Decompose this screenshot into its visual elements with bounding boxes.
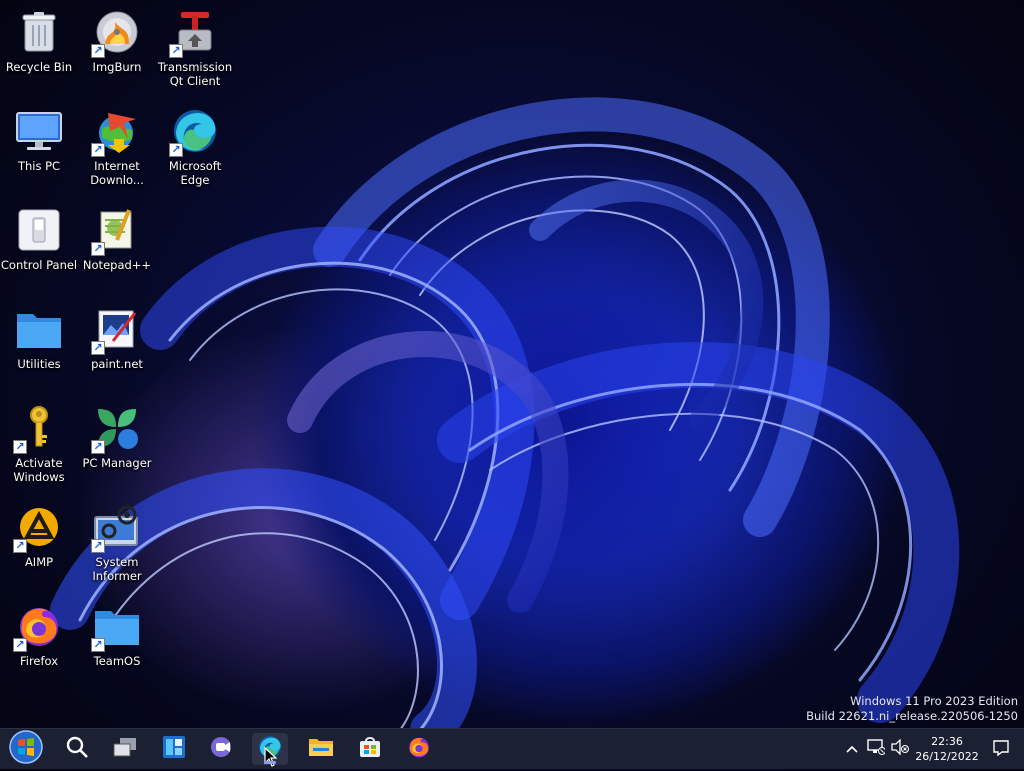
desktop-icon-label: Transmission Qt Client <box>157 60 233 88</box>
shortcut-arrow-icon: ↗ <box>13 440 27 454</box>
desktop-icon-system-informer[interactable]: ↗ System Informer <box>79 495 155 587</box>
desktop-icon-notepad-plus-plus[interactable]: ↗ Notepad++ <box>79 198 155 290</box>
desktop-icon-microsoft-edge[interactable]: ↗ Microsoft Edge <box>157 99 233 191</box>
shortcut-arrow-icon: ↗ <box>91 242 105 256</box>
task-view-button[interactable] <box>107 733 143 765</box>
aimp-icon: ↗ <box>13 503 63 553</box>
taskbar-firefox-button[interactable] <box>401 733 437 765</box>
desktop-icon-internet-download-manager[interactable]: ↗ Internet Downlo... <box>79 99 155 191</box>
key-icon: ↗ <box>13 404 63 454</box>
file-explorer-button[interactable] <box>303 733 339 765</box>
notepad-plus-plus-icon: ↗ <box>91 206 141 256</box>
search-button[interactable] <box>59 733 95 765</box>
edge-icon: ↗ <box>169 107 219 157</box>
notification-icon <box>992 740 1010 761</box>
start-button[interactable] <box>8 730 44 768</box>
volume-button[interactable] <box>890 738 910 759</box>
pc-manager-icon: ↗ <box>91 404 141 454</box>
desktop-icon-imgburn[interactable]: ↗ ImgBurn <box>79 0 155 92</box>
clock-date: 26/12/2022 <box>915 750 979 763</box>
paint-net-icon: ↗ <box>91 305 141 355</box>
desktop-icon-control-panel[interactable]: Control Panel <box>1 198 77 290</box>
active-indicator <box>264 761 276 764</box>
mouse-cursor-icon <box>264 746 278 771</box>
shortcut-arrow-icon: ↗ <box>169 143 183 157</box>
shortcut-arrow-icon: ↗ <box>91 539 105 553</box>
desktop-icon-label: PC Manager <box>82 456 152 470</box>
shortcut-arrow-icon: ↗ <box>169 44 183 58</box>
desktop-icon-label: Control Panel <box>0 258 78 272</box>
task-view-icon <box>112 736 138 762</box>
desktop-icon-paint-net[interactable]: ↗ paint.net <box>79 297 155 389</box>
desktop-icon-teamos[interactable]: ↗ TeamOS <box>79 594 155 686</box>
desktop-icon-this-pc[interactable]: This PC <box>1 99 77 191</box>
taskbar: 22:36 26/12/2022 <box>0 728 1024 769</box>
desktop-icon-label: TeamOS <box>93 654 141 668</box>
start-icon <box>9 730 43 768</box>
control-panel-icon <box>15 206 63 254</box>
desktop-icon-recycle-bin[interactable]: Recycle Bin <box>1 0 77 92</box>
shortcut-arrow-icon: ↗ <box>91 341 105 355</box>
folder-icon: ↗ <box>91 602 141 652</box>
file-explorer-icon <box>308 736 334 762</box>
store-icon <box>358 735 382 763</box>
shortcut-arrow-icon: ↗ <box>91 638 105 652</box>
system-informer-icon: ↗ <box>91 503 141 553</box>
widgets-button[interactable] <box>156 733 192 765</box>
widgets-icon <box>162 735 186 763</box>
desktop-icon-label: Firefox <box>19 654 59 668</box>
network-status-button[interactable] <box>866 739 886 759</box>
watermark-build: Build 22621.ni_release.220506-1250 <box>806 709 1018 723</box>
show-hidden-icons-button[interactable] <box>842 739 862 759</box>
clock-time: 22:36 <box>931 735 963 748</box>
firefox-icon <box>407 735 431 763</box>
desktop-icon-label: AIMP <box>24 555 54 569</box>
desktop-icon-label: ImgBurn <box>92 60 142 74</box>
imgburn-icon: ↗ <box>91 8 141 58</box>
shortcut-arrow-icon: ↗ <box>91 440 105 454</box>
desktop-icon-label: System Informer <box>92 555 142 583</box>
desktop-icon-label: Activate Windows <box>13 456 65 484</box>
desktop-icon-label: Microsoft Edge <box>168 159 222 187</box>
folder-icon <box>15 305 63 353</box>
taskbar-edge-button[interactable] <box>252 733 288 767</box>
transmission-icon: ↗ <box>169 8 219 58</box>
chevron-up-icon <box>846 742 858 757</box>
shortcut-arrow-icon: ↗ <box>13 638 27 652</box>
clock[interactable]: 22:36 26/12/2022 <box>912 734 982 764</box>
shortcut-arrow-icon: ↗ <box>91 143 105 157</box>
desktop-icon-label: Recycle Bin <box>5 60 73 74</box>
shortcut-arrow-icon: ↗ <box>91 44 105 58</box>
desktop-icon-pc-manager[interactable]: ↗ PC Manager <box>79 396 155 488</box>
volume-muted-icon <box>891 738 909 759</box>
desktop-icon-label: This PC <box>17 159 61 173</box>
teams-chat-button[interactable] <box>204 733 240 765</box>
notification-center-button[interactable] <box>992 739 1012 759</box>
search-icon <box>65 735 89 763</box>
internet-download-manager-icon: ↗ <box>91 107 141 157</box>
microsoft-store-button[interactable] <box>352 733 388 765</box>
shortcut-arrow-icon: ↗ <box>13 539 27 553</box>
desktop-icon-activate-windows[interactable]: ↗ Activate Windows <box>1 396 77 488</box>
desktop-icon-aimp[interactable]: ↗ AIMP <box>1 495 77 587</box>
desktop-icon-label: Notepad++ <box>82 258 152 272</box>
desktop-icon-label: Internet Downlo... <box>90 159 144 187</box>
windows-edition-watermark: Windows 11 Pro 2023 Edition Build 22621.… <box>806 694 1018 724</box>
desktop-icon-label: Utilities <box>17 357 61 371</box>
monitor-icon <box>15 107 63 155</box>
teams-chat-icon <box>209 735 235 763</box>
firefox-icon: ↗ <box>13 602 63 652</box>
recycle-bin-icon <box>15 8 63 56</box>
desktop-icon-label: paint.net <box>91 357 143 371</box>
desktop-icon-firefox[interactable]: ↗ Firefox <box>1 594 77 686</box>
watermark-edition: Windows 11 Pro 2023 Edition <box>850 694 1018 708</box>
desktop-icon-utilities[interactable]: Utilities <box>1 297 77 389</box>
desktop-icon-transmission[interactable]: ↗ Transmission Qt Client <box>157 0 233 92</box>
network-icon <box>867 739 886 759</box>
